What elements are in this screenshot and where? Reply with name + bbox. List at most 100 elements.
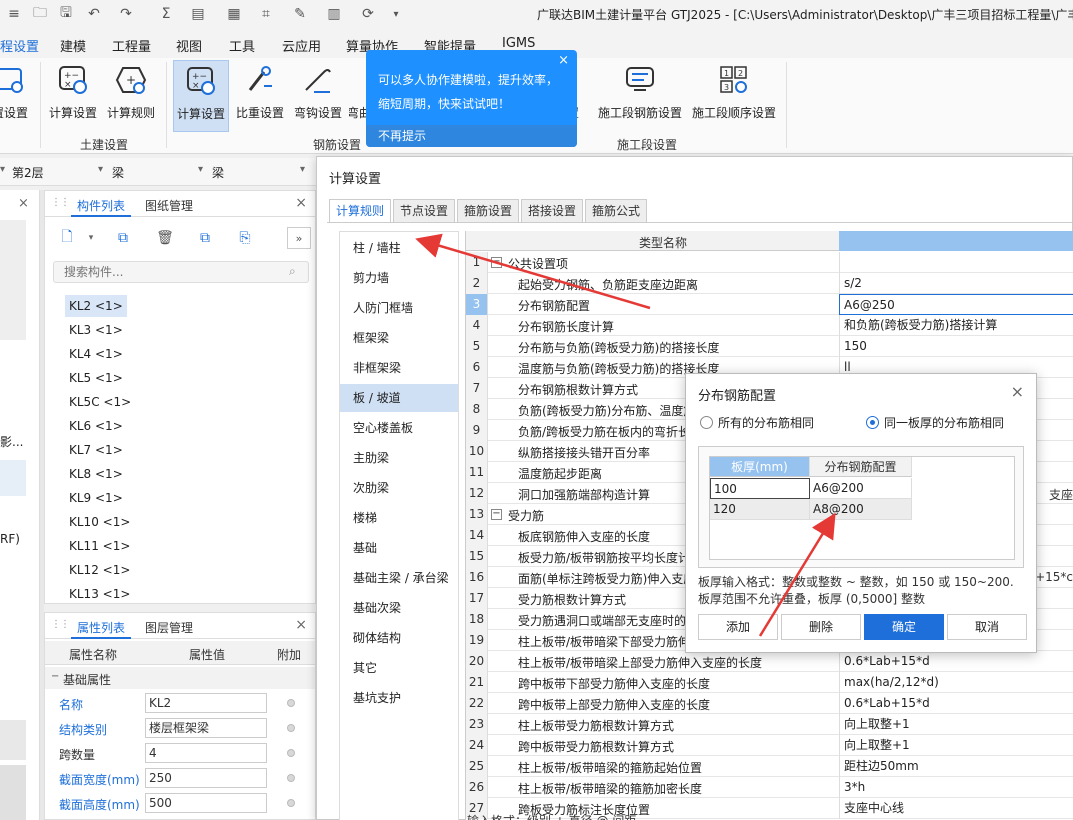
grid-icon[interactable]: ▦ xyxy=(224,4,244,24)
category-item[interactable]: 基础 xyxy=(340,534,458,562)
category-item[interactable]: 空心楼盖板 xyxy=(340,414,458,442)
floor-copy-icon[interactable]: ⎘ xyxy=(233,227,257,249)
component-item[interactable]: KL3 <1> xyxy=(65,319,127,341)
tab-drawing-management[interactable]: 图纸管理 xyxy=(145,197,193,214)
property-value-field[interactable]: 4 xyxy=(145,743,267,763)
close-icon[interactable]: × xyxy=(1011,382,1024,401)
chevron-down-icon[interactable]: ▾ xyxy=(98,164,103,175)
dont-show-again-link[interactable]: 不再提示 xyxy=(366,125,577,147)
component-item[interactable]: KL11 <1> xyxy=(65,535,134,557)
radio-all-same[interactable]: 所有的分布筋相同 xyxy=(700,414,814,431)
sum-icon[interactable]: Σ xyxy=(156,4,176,24)
report-icon[interactable]: ▤ xyxy=(188,4,208,24)
table-row[interactable]: 23 柱上板带受力筋根数计算方式 向上取整+1 xyxy=(466,714,1073,735)
component-item[interactable]: KL5C <1> xyxy=(65,391,135,413)
property-value-field[interactable]: 楼层框架梁 xyxy=(145,718,267,738)
menu-tools[interactable]: 工具 xyxy=(229,36,255,55)
type-select[interactable]: 梁 xyxy=(212,164,224,181)
component-item[interactable]: KL12 <1> xyxy=(65,559,134,581)
category-item[interactable]: 主肋梁 xyxy=(340,444,458,472)
close-icon[interactable]: × xyxy=(295,617,307,633)
chevron-down-icon[interactable]: ▾ xyxy=(79,227,103,249)
row-value[interactable]: 0.6*Lab+15*d xyxy=(839,651,1073,672)
copy-icon[interactable]: ⧉ xyxy=(111,227,135,249)
sync-icon[interactable]: ⟳ xyxy=(358,4,378,24)
ribbon-partial-button[interactable]: 置设置 xyxy=(0,60,30,132)
section-rebar-settings-button[interactable]: 施工段钢筋设置 xyxy=(596,60,684,132)
component-item[interactable]: KL13 <1> xyxy=(65,583,134,605)
category-item[interactable]: 楼梯 xyxy=(340,504,458,532)
drag-handle-icon[interactable]: ⋮⋮ xyxy=(51,619,70,630)
config-cell[interactable]: A8@200 xyxy=(810,499,912,520)
category-item[interactable]: 框架梁 xyxy=(340,324,458,352)
add-button[interactable]: 添加 xyxy=(698,614,778,640)
category-item[interactable]: 基础主梁 / 承台梁 xyxy=(340,564,458,592)
collapse-icon[interactable]: − xyxy=(51,671,59,682)
menu-modeling[interactable]: 建模 xyxy=(60,36,86,55)
collapse-icon[interactable]: − xyxy=(491,509,502,520)
tab-stirrup-settings[interactable]: 箍筋设置 xyxy=(457,199,520,223)
component-item[interactable]: KL10 <1> xyxy=(65,511,134,533)
thickness-cell[interactable]: 120 xyxy=(710,499,810,520)
component-item[interactable]: KL6 <1> xyxy=(65,415,127,437)
tab-property-list[interactable]: 属性列表 xyxy=(77,619,125,636)
row-value[interactable] xyxy=(839,252,1073,273)
property-group-basic[interactable]: − 基础属性 xyxy=(45,667,315,689)
rebar-calc-settings-button[interactable]: +− × 计算设置 xyxy=(173,60,229,132)
calc-rules-button[interactable]: + 计算规则 xyxy=(104,60,158,132)
tab-stirrup-formula[interactable]: 箍筋公式 xyxy=(585,199,648,223)
menu-igms[interactable]: IGMS xyxy=(502,36,535,51)
radio-same-thickness[interactable]: 同一板厚的分布筋相同 xyxy=(866,414,1004,431)
row-value[interactable]: 和负筋(跨板受力筋)搭接计算 xyxy=(839,315,1073,336)
undo-icon[interactable]: ↶ xyxy=(84,4,104,24)
config-cell[interactable]: A6@200 xyxy=(810,478,912,499)
hook-settings-button[interactable]: 弯钩设置 xyxy=(291,60,345,132)
duplicate-icon[interactable]: ⧉ xyxy=(193,227,217,249)
search-icon[interactable]: ⌕ xyxy=(289,264,296,279)
row-value[interactable]: 距柱边50mm xyxy=(839,756,1073,777)
row-value[interactable]: 0.6*Lab+15*d xyxy=(839,693,1073,714)
tab-lap-settings[interactable]: 搭接设置 xyxy=(521,199,584,223)
table-row[interactable]: 5 分布筋与负筋(跨板受力筋)的搭接长度 150 xyxy=(466,336,1073,357)
table-row[interactable]: 26 柱上板带/板带暗梁的箍筋加密长度 3*h xyxy=(466,777,1073,798)
category-item[interactable]: 非框架梁 xyxy=(340,354,458,382)
table-row[interactable]: 3 分布钢筋配置 A6@250 xyxy=(466,294,1073,315)
menu-project-settings[interactable]: 程设置 xyxy=(0,36,40,60)
row-value[interactable]: 3*h xyxy=(839,777,1073,798)
close-icon[interactable]: × xyxy=(558,53,569,68)
menu-icon[interactable]: ≡ xyxy=(4,4,24,24)
row-value[interactable]: max(ha/2,12*d) xyxy=(839,672,1073,693)
row-value[interactable]: 150 xyxy=(839,336,1073,357)
table-row[interactable]: 24 跨中板带受力筋根数计算方式 向上取整+1 xyxy=(466,735,1073,756)
component-item[interactable]: KL9 <1> xyxy=(65,487,127,509)
property-value-field[interactable]: KL2 xyxy=(145,693,267,713)
more-dropdown-icon[interactable]: ▾ xyxy=(386,4,406,24)
chevron-down-icon[interactable]: ▾ xyxy=(0,164,5,175)
attach-checkbox[interactable] xyxy=(287,799,295,807)
new-component-icon[interactable]: 🗋 xyxy=(55,227,79,249)
category-item[interactable]: 基坑支护 xyxy=(340,684,458,712)
radio-circle[interactable] xyxy=(700,416,713,429)
weight-settings-button[interactable]: 比重设置 xyxy=(233,60,287,132)
menu-quantity[interactable]: 工程量 xyxy=(112,36,151,55)
drag-handle-icon[interactable]: ⋮⋮ xyxy=(51,197,70,208)
category-item[interactable]: 砌体结构 xyxy=(340,624,458,652)
category-item[interactable]: 剪力墙 xyxy=(340,264,458,292)
row-value[interactable]: s/2 xyxy=(839,273,1073,294)
category-item[interactable]: 板 / 坡道 xyxy=(340,384,458,412)
table-row[interactable]: 20 柱上板带/板带暗梁上部受力筋伸入支座的长度 0.6*Lab+15*d xyxy=(466,651,1073,672)
menu-cloud[interactable]: 云应用 xyxy=(282,36,321,55)
open-folder-icon[interactable]: 🗀 xyxy=(30,4,50,24)
delete-button[interactable]: 删除 xyxy=(781,614,861,640)
chevron-down-icon[interactable]: ▾ xyxy=(198,164,203,175)
menu-view[interactable]: 视图 xyxy=(176,36,202,55)
component-item[interactable]: KL2 <1> xyxy=(65,295,127,317)
attach-checkbox[interactable] xyxy=(287,724,295,732)
civil-calc-settings-button[interactable]: +− × 计算设置 xyxy=(46,60,100,132)
component-item[interactable]: KL7 <1> xyxy=(65,439,127,461)
row-value[interactable]: 向上取整+1 xyxy=(839,735,1073,756)
category-item[interactable]: 人防门框墙 xyxy=(340,294,458,322)
edit-icon[interactable]: ✎ xyxy=(290,4,310,24)
component-item[interactable]: KL4 <1> xyxy=(65,343,127,365)
component-item[interactable]: KL8 <1> xyxy=(65,463,127,485)
